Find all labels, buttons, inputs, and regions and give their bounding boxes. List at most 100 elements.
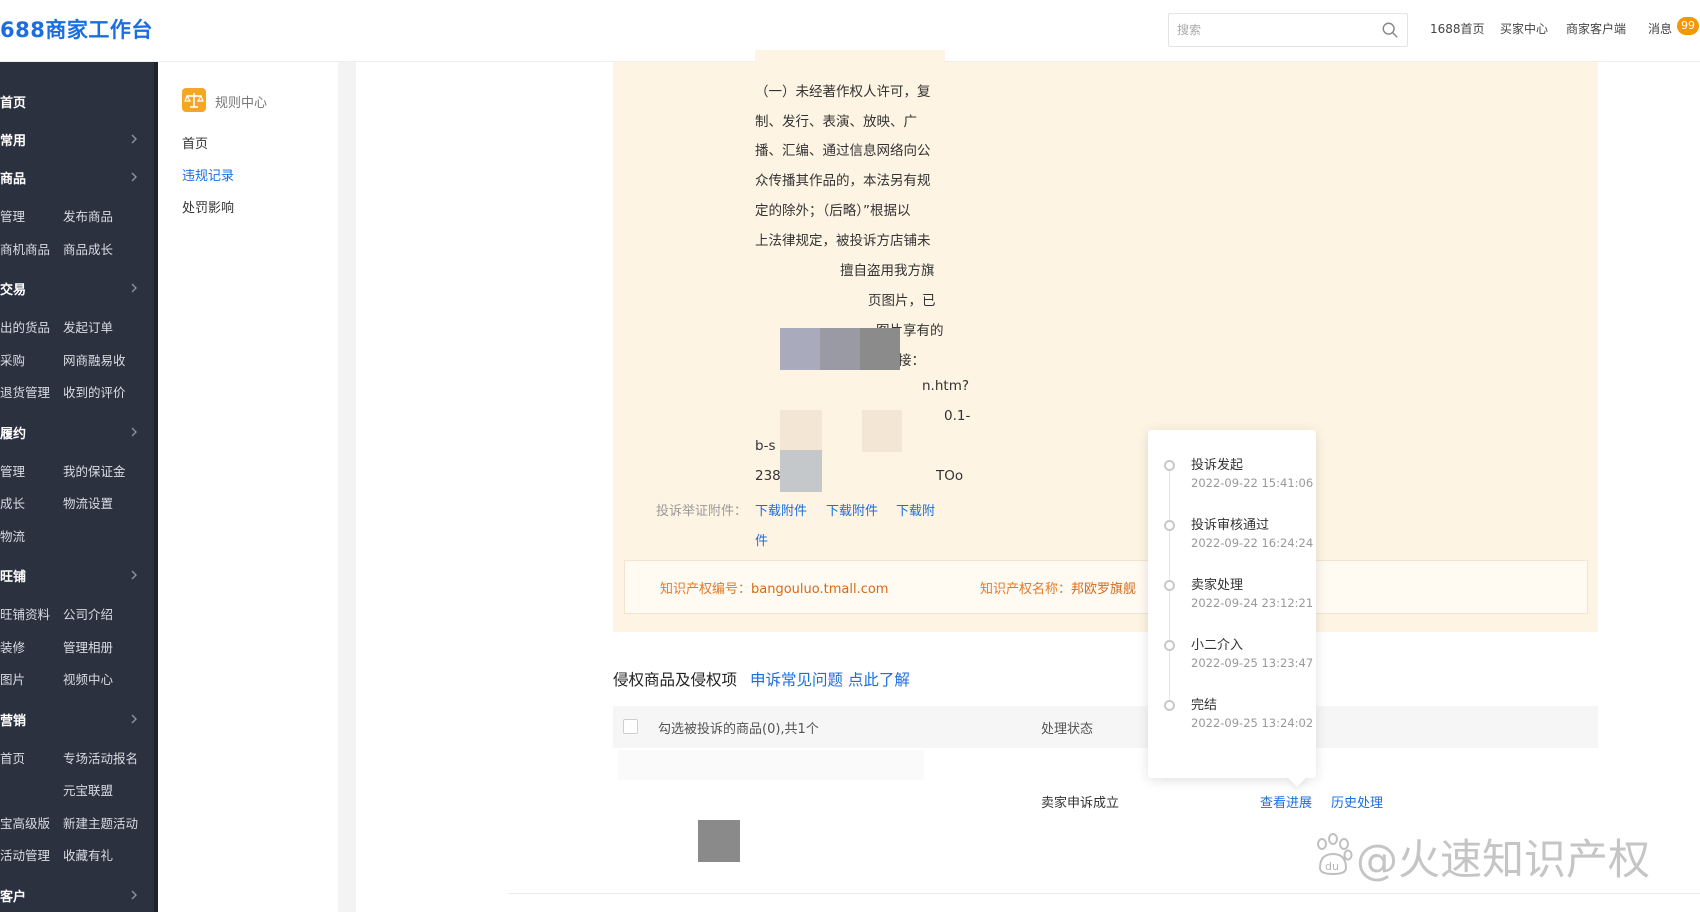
download-attachment-link[interactable]: 下载附件: [755, 500, 807, 519]
subnav-divider: [338, 62, 356, 912]
timeline-step-time: 2022-09-25 13:23:47: [1191, 656, 1314, 670]
sidebar-item[interactable]: 发起订单: [63, 317, 113, 336]
appeal-faq-link[interactable]: 申诉常见问题 点此了解: [750, 668, 910, 690]
sidebar-item[interactable]: 新建主题活动: [63, 813, 138, 832]
sidebar-item[interactable]: 物流: [0, 526, 25, 545]
sidebar-item[interactable]: 成长: [0, 493, 25, 512]
download-attachment-link[interactable]: 下载附件: [826, 500, 878, 519]
nav-merchant-client[interactable]: 商家客户端: [1566, 20, 1626, 37]
ip-name: 知识产权名称：邦欧罗旗舰: [980, 578, 1136, 597]
complaint-text-line: （一）未经著作权人许可，复: [755, 84, 931, 100]
blurred-region: [780, 410, 822, 452]
chevron-right-icon[interactable]: [128, 282, 140, 294]
sidebar-group-label[interactable]: 客户: [0, 886, 26, 905]
rules-center-title: 规则中心: [215, 96, 268, 111]
svg-text:du: du: [1325, 860, 1339, 873]
sidebar-item[interactable]: 出的货品: [0, 317, 50, 336]
timeline-step-label: 投诉发起: [1191, 458, 1244, 473]
app-logo[interactable]: 688商家工作台: [0, 14, 153, 44]
view-progress-link[interactable]: 查看进展: [1260, 792, 1312, 811]
sidebar-item[interactable]: 退货管理: [0, 382, 50, 401]
sidebar-item[interactable]: 宝高级版: [0, 813, 50, 832]
subnav-item-penalty-impact[interactable]: 处罚影响: [182, 197, 234, 216]
blurred-region: [860, 328, 900, 370]
sidebar-item[interactable]: 收藏有礼: [63, 845, 113, 864]
message-count-badge: 99: [1677, 17, 1699, 35]
sidebar-item[interactable]: 我的保证金: [63, 461, 126, 480]
sidebar-item[interactable]: 旺铺资料: [0, 604, 50, 623]
blurred-region: [780, 450, 822, 492]
nav-1688-home[interactable]: 1688首页: [1430, 20, 1485, 37]
sidebar-item[interactable]: 商品成长: [63, 239, 113, 258]
nav-messages[interactable]: 消息: [1648, 20, 1672, 37]
complaint-text-line: 页图片，已: [868, 293, 936, 309]
sidebar-item[interactable]: 管理: [0, 461, 25, 480]
ip-name-label: 知识产权名称：: [980, 582, 1072, 597]
ip-number-label: 知识产权编号：: [660, 582, 752, 597]
sidebar-item[interactable]: 收到的评价: [63, 382, 126, 401]
chevron-right-icon[interactable]: [128, 133, 140, 145]
sidebar-item[interactable]: 管理: [0, 206, 25, 225]
sidebar-group-label[interactable]: 旺铺: [0, 566, 26, 585]
rules-center-icon: [182, 88, 206, 112]
complaint-text-line: 擅自盗用我方旗: [840, 263, 935, 279]
sidebar-item[interactable]: 活动管理: [0, 845, 50, 864]
sidebar-item[interactable]: 视频中心: [63, 669, 113, 688]
sidebar-item[interactable]: 物流设置: [63, 493, 113, 512]
sidebar-group-label[interactable]: 交易: [0, 279, 26, 298]
select-all-label: 勾选被投诉的商品(0),共1个: [658, 722, 819, 737]
product-thumbnail[interactable]: [698, 820, 740, 862]
watermark-text: @火速知识产权: [1356, 835, 1651, 884]
sidebar-group-label[interactable]: 履约: [0, 423, 26, 442]
complaint-text-line: b-s: [755, 438, 776, 454]
timeline-step-time: 2022-09-22 16:24:24: [1191, 536, 1314, 550]
search-input[interactable]: [1169, 14, 1369, 46]
complaint-text-line: 上法律规定，被投诉方店铺未: [755, 233, 931, 249]
sidebar-group-label[interactable]: 营销: [0, 710, 26, 729]
timeline-dot: [1164, 700, 1175, 711]
download-attachment-link[interactable]: 下载附: [896, 500, 935, 519]
chevron-right-icon[interactable]: [128, 713, 140, 725]
complaint-text-line: 接：: [898, 353, 925, 369]
sidebar-item[interactable]: 专场活动报名: [63, 748, 138, 767]
timeline-dot: [1164, 580, 1175, 591]
sidebar-item[interactable]: 网商融易收: [63, 350, 126, 369]
timeline-step-time: 2022-09-25 13:24:02: [1191, 716, 1314, 730]
sidebar-item[interactable]: 元宝联盟: [63, 780, 113, 799]
sidebar-item[interactable]: 装修: [0, 637, 25, 656]
search-box[interactable]: [1168, 13, 1408, 47]
chevron-right-icon[interactable]: [128, 426, 140, 438]
sidebar-item[interactable]: 发布商品: [63, 206, 113, 225]
sidebar-item[interactable]: 图片: [0, 669, 25, 688]
timeline-step-time: 2022-09-24 23:12:21: [1191, 596, 1314, 610]
nav-buyer-center[interactable]: 买家中心: [1500, 20, 1548, 37]
complaint-text-line: 制、发行、表演、放映、广: [755, 114, 917, 130]
ip-number: 知识产权编号：bangouluo.tmall.com: [660, 578, 888, 597]
chevron-right-icon[interactable]: [128, 171, 140, 183]
timeline-dot: [1164, 640, 1175, 651]
sidebar-group-label[interactable]: 首页: [0, 92, 26, 111]
sidebar-item[interactable]: 首页: [0, 748, 25, 767]
baidu-paw-icon: du: [1317, 833, 1353, 876]
sidebar-item[interactable]: 公司介绍: [63, 604, 113, 623]
history-link[interactable]: 历史处理: [1331, 792, 1383, 811]
subnav-item-violation-records[interactable]: 违规记录: [182, 165, 234, 184]
infringement-section-title: 侵权商品及侵权项: [613, 671, 738, 689]
sidebar-item[interactable]: 商机商品: [0, 239, 50, 258]
search-icon[interactable]: [1381, 21, 1399, 39]
timeline-dot: [1164, 520, 1175, 531]
sidebar-group-label[interactable]: 常用: [0, 130, 26, 149]
blurred-region: [780, 328, 822, 370]
timeline-step-time: 2022-09-22 15:41:06: [1191, 476, 1314, 490]
sidebar-item[interactable]: 采购: [0, 350, 25, 369]
select-all-checkbox[interactable]: [623, 719, 638, 734]
chevron-right-icon[interactable]: [128, 889, 140, 901]
download-attachment-link-wrap[interactable]: 件: [755, 530, 768, 549]
complaint-text-line: 0.1-: [944, 408, 971, 424]
timeline-step-label: 小二介入: [1191, 638, 1244, 653]
panel-top-cut: [755, 50, 945, 62]
subnav-item-home[interactable]: 首页: [182, 133, 208, 152]
sidebar-item[interactable]: 管理相册: [63, 637, 113, 656]
chevron-right-icon[interactable]: [128, 569, 140, 581]
sidebar-group-label[interactable]: 商品: [0, 168, 26, 187]
